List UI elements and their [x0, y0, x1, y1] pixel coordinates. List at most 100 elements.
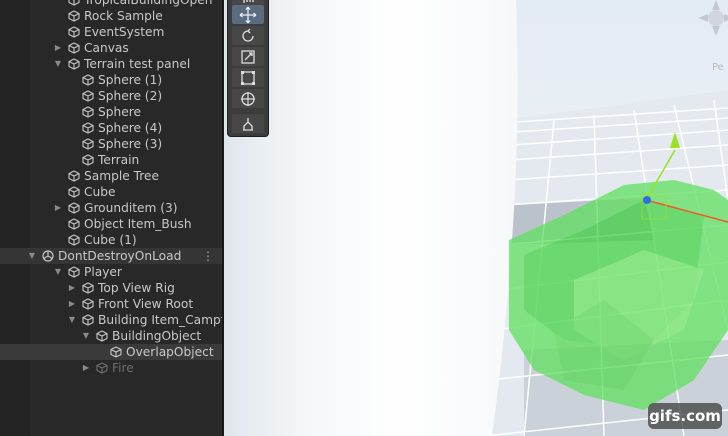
unity-scene-icon: [42, 250, 54, 262]
gameobject-cube-icon: [110, 346, 122, 358]
hierarchy-item[interactable]: Cube (1): [0, 232, 222, 248]
hierarchy-item-label: Rock Sample: [84, 9, 163, 23]
hierarchy-item-label: Sphere: [98, 105, 141, 119]
custom-tool-button[interactable]: [232, 114, 264, 133]
gameobject-cube-icon: [82, 298, 94, 310]
gameobject-cube-icon: [82, 314, 94, 326]
scale-tool-button[interactable]: [232, 47, 264, 66]
expand-arrow-icon[interactable]: ▶: [53, 40, 63, 56]
expand-arrow-icon[interactable]: ▶: [67, 280, 77, 296]
hierarchy-item[interactable]: Sphere (2): [0, 88, 222, 104]
hierarchy-item[interactable]: ▼ BuildingObject: [0, 328, 222, 344]
hierarchy-item[interactable]: ▼ Player: [0, 264, 222, 280]
hierarchy-item[interactable]: Sphere: [0, 104, 222, 120]
hierarchy-item[interactable]: ▶ Front View Root: [0, 296, 222, 312]
gameobject-cube-icon: [82, 106, 94, 118]
custom-tool-icon: [243, 118, 253, 131]
gameobject-cube-icon: [96, 362, 108, 374]
hierarchy-item[interactable]: OverlapObject: [0, 344, 222, 360]
transform-icon: [241, 92, 255, 106]
scale-icon: [241, 50, 255, 64]
collapse-arrow-icon[interactable]: ▼: [53, 56, 63, 72]
expand-arrow-icon[interactable]: ▶: [67, 296, 77, 312]
hierarchy-item[interactable]: ▼ Building Item_Campfire(Cl: [0, 312, 222, 328]
hierarchy-item[interactable]: ▶ Top View Rig: [0, 280, 222, 296]
gameobject-cube-icon: [68, 0, 80, 6]
hierarchy-item-label: Sphere (3): [98, 137, 163, 151]
gameobject-cube-icon: [68, 186, 80, 198]
gameobject-cube-icon: [68, 234, 80, 246]
hierarchy-item-label: Fire: [112, 361, 134, 375]
hierarchy-item-label: DontDestroyOnLoad: [58, 249, 182, 263]
gameobject-cube-icon: [68, 266, 80, 278]
watermark-badge: gifs.com: [648, 403, 722, 429]
hierarchy-item-label: Object Item_Bush: [84, 217, 192, 231]
gameobject-cube-icon: [68, 170, 80, 182]
hierarchy-item[interactable]: EventSystem: [0, 24, 222, 40]
hierarchy-item-label: BuildingObject: [112, 329, 202, 343]
hierarchy-item[interactable]: Sample Tree: [0, 168, 222, 184]
hierarchy-item[interactable]: ▶ Canvas: [0, 40, 222, 56]
move-tool-button[interactable]: [232, 5, 264, 24]
scene-canvas[interactable]: [224, 0, 728, 436]
hierarchy-item-label: Front View Root: [98, 297, 194, 311]
hierarchy-item-label: Sphere (4): [98, 121, 163, 135]
hierarchy-item-label: Terrain: [98, 153, 140, 167]
rotate-icon: [242, 28, 254, 42]
scene-view[interactable]: [224, 0, 728, 436]
gameobject-cube-icon: [82, 154, 94, 166]
collapse-arrow-icon[interactable]: ▼: [27, 248, 37, 264]
hierarchy-item-label: EventSystem: [84, 25, 165, 39]
hierarchy-item-label: Sample Tree: [84, 169, 159, 183]
hierarchy-item[interactable]: Sphere (3): [0, 136, 222, 152]
hierarchy-item-label: Cube (1): [84, 233, 137, 247]
move-icon: [239, 6, 257, 24]
hierarchy-item[interactable]: Object Item_Bush: [0, 216, 222, 232]
gameobject-cube-icon: [82, 282, 94, 294]
perspective-label[interactable]: Pe: [712, 62, 724, 73]
gameobject-cube-icon: [68, 10, 80, 22]
expand-arrow-icon[interactable]: ▶: [81, 360, 91, 376]
hierarchy-item[interactable]: Sphere (1): [0, 72, 222, 88]
hierarchy-panel: TropicalBuildingOpen Rock Sample EventSyst…: [0, 0, 222, 436]
collapse-arrow-icon[interactable]: ▼: [81, 328, 91, 344]
scene-tools-toolbar: [227, 0, 269, 137]
gameobject-cube-icon: [68, 58, 80, 70]
hierarchy-item-label: OverlapObject: [126, 345, 214, 359]
hierarchy-item-label: Sphere (2): [98, 89, 163, 103]
gameobject-cube-icon: [82, 122, 94, 134]
gameobject-cube-icon: [68, 42, 80, 54]
gameobject-cube-icon: [82, 74, 94, 86]
hierarchy-item[interactable]: Sphere (4): [0, 120, 222, 136]
hierarchy-item[interactable]: ▼ Terrain test panel: [0, 56, 222, 72]
hierarchy-item-label: Grounditem (3): [84, 201, 178, 215]
rect-icon: [241, 71, 255, 85]
hierarchy-item[interactable]: ▶ Fire: [0, 360, 222, 376]
collapse-arrow-icon[interactable]: ▼: [67, 312, 77, 328]
hierarchy-item[interactable]: Cube: [0, 184, 222, 200]
hierarchy-item[interactable]: ▶ Grounditem (3): [0, 200, 222, 216]
hierarchy-item-label: Canvas: [84, 41, 129, 55]
collapse-arrow-icon[interactable]: ▼: [53, 264, 63, 280]
rect-tool-button[interactable]: [232, 68, 264, 87]
expand-arrow-icon[interactable]: ▶: [53, 200, 63, 216]
hierarchy-item-label: TropicalBuildingOpen: [84, 0, 213, 7]
hierarchy-item[interactable]: TropicalBuildingOpen: [0, 0, 222, 8]
hierarchy-item-label: Sphere (1): [98, 73, 163, 87]
gameobject-cube-icon: [68, 202, 80, 214]
gameobject-cube-icon: [82, 138, 94, 150]
hierarchy-item[interactable]: Rock Sample: [0, 8, 222, 24]
gameobject-cube-icon: [68, 26, 80, 38]
gameobject-cube-icon: [82, 90, 94, 102]
hierarchy-item-label: Cube: [84, 185, 116, 199]
gameobject-cube-icon: [96, 330, 108, 342]
hierarchy-item[interactable]: Terrain: [0, 152, 222, 168]
hierarchy-item-label: Building Item_Campfire(Cl: [98, 313, 222, 327]
scene-menu-icon[interactable]: ⋮: [202, 248, 214, 264]
rotate-tool-button[interactable]: [232, 26, 264, 45]
hierarchy-item-label: Player: [84, 265, 122, 279]
hierarchy-item-label: Terrain test panel: [84, 57, 191, 71]
hierarchy-scene-row[interactable]: ▼ DontDestroyOnLoad ⋮: [0, 248, 222, 264]
gameobject-cube-icon: [68, 218, 80, 230]
transform-tool-button[interactable]: [232, 89, 264, 108]
